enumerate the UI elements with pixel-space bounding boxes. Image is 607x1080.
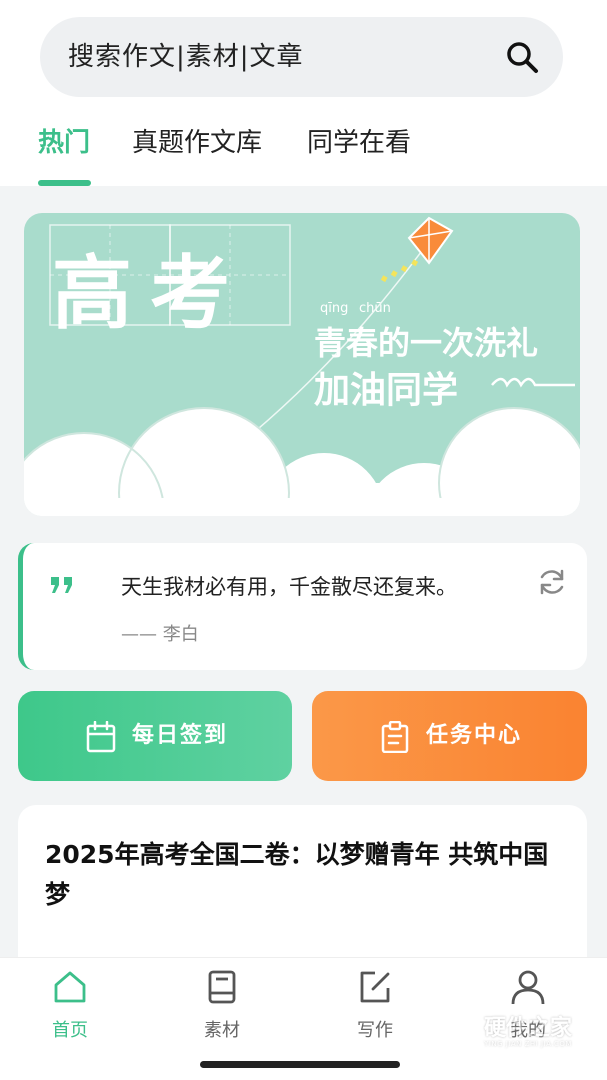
refresh-icon[interactable] — [537, 567, 567, 597]
clipboard-icon — [381, 721, 409, 753]
banner-slogan-line-2: 加油同学 — [314, 370, 459, 411]
search-icon[interactable] — [505, 40, 539, 74]
search-placeholder: 搜索作文|素材|文章 — [68, 42, 304, 72]
nav-materials[interactable]: 素材 — [172, 968, 272, 1048]
banner-main-text: 高考 — [52, 247, 248, 340]
daily-sign-in-label: 每日签到 — [132, 723, 229, 748]
home-icon — [54, 971, 86, 1003]
nav-materials-label: 素材 — [204, 1020, 240, 1041]
banner-pinyin-qing: qīng — [320, 301, 349, 316]
tab-classmates-reading[interactable]: 同学在看 — [307, 118, 411, 168]
nav-write-label: 写作 — [357, 1020, 393, 1041]
home-indicator[interactable] — [200, 1061, 400, 1068]
banner-slogan-line-1: 青春的一次洗礼 — [314, 324, 539, 362]
app-screen: 搜索作文|素材|文章 热门 真题作文库 同学在看 高考 qīng chūn 青春… — [0, 0, 607, 1080]
task-center-button[interactable]: 任务中心 — [312, 691, 587, 781]
task-center-label: 任务中心 — [426, 723, 523, 748]
daily-quote-card: 天生我材必有用，千金散尽还复来。 —— 李白 — [18, 543, 587, 670]
header: 搜索作文|素材|文章 热门 真题作文库 同学在看 — [0, 0, 607, 186]
calendar-icon — [86, 721, 116, 753]
tab-hot[interactable]: 热门 — [38, 118, 90, 168]
nav-home-label: 首页 — [52, 1020, 88, 1041]
quote-text: 天生我材必有用，千金散尽还复来。 — [121, 575, 457, 599]
watermark-text: 硬件之家 — [484, 1016, 573, 1041]
daily-sign-in-button[interactable]: 每日签到 — [18, 691, 292, 781]
book-icon — [208, 970, 236, 1004]
watermark: 硬件之家 YING JIAN ZHI JIA.COM — [436, 1002, 596, 1062]
quote-mark-icon — [51, 577, 72, 593]
tab-indicator — [38, 180, 91, 186]
nav-home[interactable]: 首页 — [20, 968, 120, 1048]
user-icon — [511, 970, 545, 1005]
watermark-logo-icon — [438, 1008, 478, 1052]
search-bar[interactable]: 搜索作文|素材|文章 — [40, 17, 563, 97]
banner-pinyin-chun: chūn — [359, 301, 391, 316]
banner[interactable]: 高考 qīng chūn 青春的一次洗礼 加油同学 — [24, 213, 580, 516]
article-title: 2025年高考全国二卷：以梦赠青年 共筑中国梦 — [45, 840, 549, 909]
tab-exam-essays[interactable]: 真题作文库 — [132, 118, 262, 168]
edit-icon — [360, 971, 390, 1003]
tab-bar: 热门 真题作文库 同学在看 — [0, 118, 607, 186]
quote-author: —— 李白 — [121, 624, 199, 645]
watermark-subtext: YING JIAN ZHI JIA.COM — [484, 1040, 572, 1048]
nav-write[interactable]: 写作 — [325, 968, 425, 1048]
